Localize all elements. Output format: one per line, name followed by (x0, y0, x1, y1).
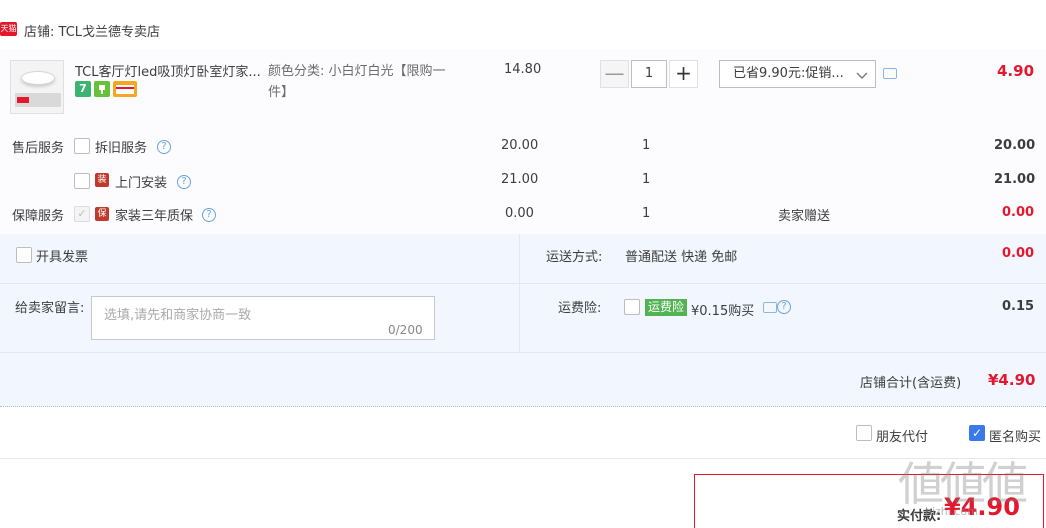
quantity-decrease-button[interactable]: — (600, 60, 629, 88)
insurance-label: 运费险: (558, 301, 602, 316)
invoice-checkbox[interactable] (16, 247, 32, 263)
help-icon[interactable]: ? (202, 208, 216, 222)
product-subtotal: 4.90 (997, 62, 1035, 80)
help-icon[interactable]: ? (177, 175, 191, 189)
installation-service-icon: 装 (95, 173, 109, 187)
product-sku: 颜色分类: 小白灯白光【限购一件】 (268, 64, 446, 100)
dismantle-price: 20.00 (501, 138, 539, 153)
after-sale-label: 售后服务 (12, 141, 65, 156)
guarantee-icon: 保 (95, 207, 109, 221)
insurance-price: ¥0.15购买 (691, 304, 755, 319)
dismantle-subtotal: 20.00 (994, 138, 1036, 153)
guarantee-subtotal: 0.00 (1002, 205, 1035, 220)
message-char-count: 0/200 (388, 323, 423, 337)
quantity-stepper: — 1 + (600, 60, 698, 88)
chat-icon[interactable] (763, 302, 777, 313)
guarantee-note: 卖家赠送 (778, 209, 831, 224)
divider (0, 283, 1046, 284)
chat-icon[interactable] (883, 68, 897, 79)
installation-service-name: 上门安装 (115, 176, 168, 191)
watermark-url: hizhi.com (925, 505, 978, 518)
divider (0, 352, 1046, 353)
guarantee-price: 0.00 (505, 206, 534, 221)
invoice-label: 开具发票 (36, 250, 89, 265)
shop-name[interactable]: 店铺: TCL戈兰德专卖店 (24, 21, 160, 40)
insurance-badge: 运费险 (645, 299, 688, 316)
friend-pay-label: 朋友代付 (876, 430, 929, 445)
thumbnail-logo (17, 97, 29, 103)
guarantee-checkbox: ✓ (74, 206, 90, 222)
divider (519, 234, 520, 352)
quantity-increase-button[interactable]: + (669, 60, 698, 88)
credit-card-icon (113, 81, 137, 97)
installation-icon (94, 81, 110, 97)
dismantle-checkbox[interactable] (74, 138, 90, 154)
friend-pay-checkbox[interactable] (856, 425, 872, 441)
product-service-icons: 7 (75, 81, 137, 97)
anonymous-label: 匿名购买 (989, 430, 1042, 445)
shipping-label: 运送方式: (546, 250, 603, 265)
chevron-down-icon (855, 63, 869, 87)
promotion-select[interactable]: 已省9.90元:促销... (719, 60, 876, 88)
shop-total-value: ¥4.90 (988, 371, 1036, 389)
installation-qty: 1 (642, 172, 651, 187)
shipping-fee: 0.00 (1002, 246, 1035, 261)
insurance-fee: 0.15 (1002, 299, 1035, 314)
unit-price: 14.80 (504, 62, 542, 77)
installation-price: 21.00 (501, 172, 539, 187)
help-icon[interactable]: ? (777, 300, 791, 314)
shop-total-label: 店铺合计(含运费) (860, 376, 962, 391)
seven-day-return-icon: 7 (75, 81, 91, 97)
anonymous-checkbox[interactable]: ✓ (969, 425, 985, 441)
help-icon[interactable]: ? (157, 140, 171, 154)
promotion-label: 已省9.90元:促销... (733, 66, 844, 81)
insurance-checkbox[interactable] (624, 299, 640, 315)
message-placeholder: 选填,请先和商家协商一致 (104, 308, 252, 323)
message-label: 给卖家留言: (15, 301, 85, 316)
guarantee-label: 保障服务 (12, 209, 65, 224)
divider (0, 458, 1046, 459)
quantity-input[interactable]: 1 (631, 60, 667, 88)
dismantle-qty: 1 (642, 138, 651, 153)
guarantee-name: 家装三年质保 (115, 209, 194, 224)
product-thumbnail[interactable] (10, 60, 64, 114)
product-title[interactable]: TCL客厅灯led吸顶灯卧室灯家... (75, 61, 260, 80)
dismantle-service-name: 拆旧服务 (95, 141, 148, 156)
installation-checkbox[interactable] (74, 173, 90, 189)
guarantee-qty: 1 (642, 206, 651, 221)
tmall-badge: 天猫 (0, 22, 17, 36)
installation-subtotal: 21.00 (994, 172, 1036, 187)
shipping-method: 普通配送 快递 免邮 (625, 250, 738, 265)
lamp-image (21, 71, 55, 85)
